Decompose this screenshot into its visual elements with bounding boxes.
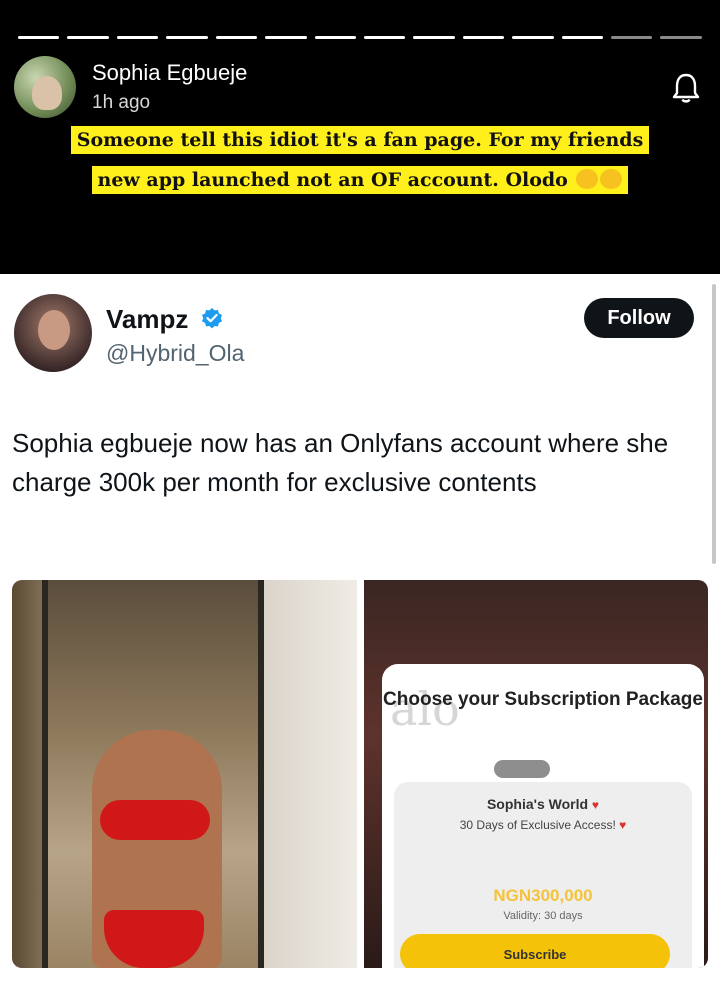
caption-text: new app launched not an OF account. Olod… [97,169,568,191]
subscribe-button[interactable]: Subscribe [400,934,670,968]
progress-segment [18,36,60,39]
tweet-media: alo Choose your Subscription Package Sop… [12,580,708,968]
follow-button[interactable]: Follow [584,298,694,338]
story-user-name[interactable]: Sophia Egbueje [92,60,247,86]
subscription-title: Choose your Subscription Package [383,689,703,710]
package-panel: Sophia's World ♥ 30 Days of Exclusive Ac… [394,782,692,968]
package-name-text: Sophia's World [486,796,589,812]
tweet-card: Vampz @Hybrid_Ola Follow Sophia egbueje … [0,274,720,993]
subscription-screenshot-photo[interactable]: alo Choose your Subscription Package Sop… [364,580,708,968]
progress-segment [265,36,307,39]
subscription-card: alo Choose your Subscription Package Sop… [382,664,704,968]
progress-segment [462,36,505,39]
package-price: NGN300,000 [493,886,593,905]
progress-segment [561,36,604,39]
package-validity: Validity: 30 days [503,910,583,922]
story-header: Sophia Egbueje 1h ago Someone tell this … [0,0,720,274]
progress-segment [660,36,702,39]
progress-segment [215,36,258,39]
tweet-avatar[interactable] [14,294,92,372]
caption-line-2-box: new app launched not an OF account. Olod… [91,166,629,194]
package-name: Sophia's World ♥ [394,796,692,812]
story-progress-bars [18,36,702,39]
progress-segment [363,36,406,39]
package-description: 30 Days of Exclusive Access! ♥ [394,818,692,832]
package-desc-text: 30 Days of Exclusive Access! [459,818,616,832]
tweet-display-name[interactable]: Vampz [106,304,188,335]
laughing-emoji-icon [600,169,623,189]
progress-segment [314,36,356,39]
caption-text: Someone tell this idiot it's a fan page.… [70,126,650,154]
emoji-icon: ♥ [619,818,627,832]
progress-segment [116,36,159,39]
emoji-icon: ♥ [591,798,600,812]
bell-icon[interactable] [668,70,704,106]
laughing-emoji-icon [576,169,599,189]
progress-segment [67,36,109,39]
redaction-mark [494,760,550,778]
tweet-handle[interactable]: @Hybrid_Ola [106,340,244,367]
progress-segment [512,36,554,39]
story-timestamp: 1h ago [92,92,151,113]
progress-segment [166,36,208,39]
verified-badge-icon [202,308,222,329]
progress-segment [611,36,653,39]
story-caption-line-1: Someone tell this idiot it's a fan page.… [0,126,720,154]
progress-segment [413,36,455,39]
story-caption-line-2: new app launched not an OF account. Olod… [0,166,720,194]
mirror-selfie-photo[interactable] [12,580,357,968]
scrollbar[interactable] [712,284,716,564]
tweet-text: Sophia egbueje now has an Onlyfans accou… [12,428,669,497]
story-avatar[interactable] [14,56,76,118]
